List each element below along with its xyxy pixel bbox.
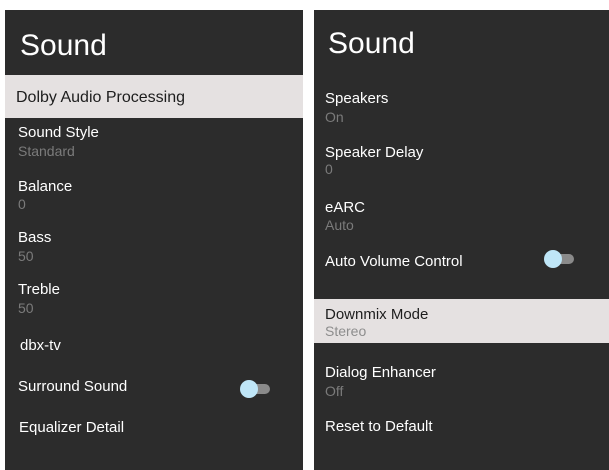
sound-settings-panel-right: Sound Speakers On Speaker Delay 0 eARC A… — [314, 10, 609, 470]
menu-item-label: Balance — [18, 178, 73, 195]
surround-sound-toggle[interactable] — [240, 379, 270, 399]
menu-item-downmix-mode[interactable]: Downmix Mode Stereo — [314, 299, 609, 343]
auto-volume-control-toggle[interactable] — [544, 249, 574, 269]
menu-item-label: Downmix Mode — [325, 306, 429, 323]
menu-item-sound-style[interactable]: Sound Style Standard — [5, 122, 303, 166]
menu-item-earc[interactable]: eARC Auto — [314, 197, 609, 241]
menu-item-auto-volume-control[interactable]: Auto Volume Control — [314, 249, 609, 283]
menu-item-treble[interactable]: Treble 50 — [5, 279, 303, 323]
menu-item-label: Sound Style — [18, 124, 99, 141]
menu-item-label: Dialog Enhancer — [325, 364, 436, 381]
menu-item-bass[interactable]: Bass 50 — [5, 227, 303, 271]
menu-item-speakers[interactable]: Speakers On — [314, 88, 609, 132]
menu-item-label: Dolby Audio Processing — [16, 89, 185, 106]
menu-item-value: 0 — [18, 196, 26, 212]
menu-item-speaker-delay[interactable]: Speaker Delay 0 — [314, 142, 609, 186]
menu-item-value: Standard — [18, 143, 75, 159]
menu-item-label: Surround Sound — [18, 378, 128, 395]
toggle-knob — [240, 380, 258, 398]
menu-item-value: 50 — [18, 248, 34, 264]
menu-item-value: 50 — [18, 300, 34, 316]
menu-item-dolby-audio-processing[interactable]: Dolby Audio Processing — [5, 75, 303, 118]
menu-item-equalizer-detail[interactable]: Equalizer Detail — [5, 416, 303, 448]
sound-settings-panel-left: Sound Dolby Audio Processing Sound Style… — [5, 10, 303, 470]
panel-title: Sound — [20, 29, 107, 62]
menu-item-dialog-enhancer[interactable]: Dialog Enhancer Off — [314, 362, 609, 406]
menu-item-value: Stereo — [325, 323, 367, 339]
menu-item-label: eARC — [325, 199, 366, 216]
menu-item-label: Equalizer Detail — [19, 419, 125, 436]
menu-item-label: Treble — [18, 281, 60, 298]
menu-item-value: On — [325, 109, 344, 125]
menu-item-surround-sound[interactable]: Surround Sound — [5, 374, 303, 406]
toggle-knob — [544, 250, 562, 268]
panel-title: Sound — [328, 27, 415, 60]
menu-item-reset-to-default[interactable]: Reset to Default — [314, 416, 609, 448]
menu-item-dbx-tv[interactable]: dbx-tv — [5, 333, 303, 363]
menu-item-value: 0 — [325, 161, 333, 177]
menu-item-balance[interactable]: Balance 0 — [5, 176, 303, 220]
menu-item-label: Speakers — [325, 90, 389, 107]
menu-item-label: dbx-tv — [20, 337, 61, 354]
menu-item-label: Auto Volume Control — [325, 253, 463, 270]
menu-item-value: Auto — [325, 217, 354, 233]
menu-item-label: Speaker Delay — [325, 144, 424, 161]
menu-item-value: Off — [325, 383, 344, 399]
menu-item-label: Reset to Default — [325, 418, 433, 435]
menu-item-label: Bass — [18, 229, 52, 246]
